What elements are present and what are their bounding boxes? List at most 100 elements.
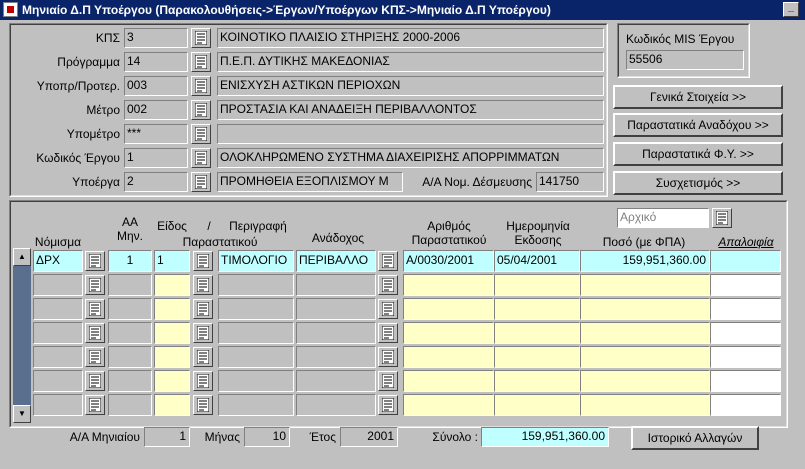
contractor-list-icon[interactable] [378, 323, 398, 343]
metro-list-icon[interactable] [191, 100, 211, 120]
cell-issue-date[interactable] [494, 274, 580, 296]
ergo-description-field[interactable]: ΟΛΟΚΛΗΡΩΜΕΝΟ ΣΥΣΤΗΜΑ ΔΙΑΧΕΙΡΙΣΗΣ ΑΠΟΡΡΙΜ… [217, 148, 604, 168]
cell-type[interactable] [154, 346, 190, 368]
contractor-list-icon[interactable] [378, 251, 398, 271]
kps-code-field[interactable]: 3 [124, 28, 188, 48]
fy-docs-button[interactable]: Παραστατικά Φ.Υ. >> [613, 142, 783, 166]
type-list-icon[interactable] [193, 299, 213, 319]
cell-currency[interactable] [33, 274, 83, 296]
cell-currency[interactable] [33, 298, 83, 320]
contractor-list-icon[interactable] [378, 347, 398, 367]
kps-list-icon[interactable] [191, 28, 211, 48]
cell-type[interactable] [154, 298, 190, 320]
cell-doc-number[interactable] [403, 298, 494, 320]
cell-type[interactable]: 1 [154, 250, 190, 272]
cell-contractor[interactable] [296, 322, 376, 344]
cell-contractor[interactable]: ΠΕΡΙΒΑΛΛΟ [296, 250, 376, 272]
cell-description[interactable] [218, 346, 294, 368]
cell-description[interactable] [218, 298, 294, 320]
cell-doc-number[interactable] [403, 346, 494, 368]
cell-currency[interactable] [33, 394, 83, 416]
cell-issue-date[interactable] [494, 370, 580, 392]
minimize-button[interactable]: _ [783, 2, 799, 17]
cell-contractor[interactable] [296, 274, 376, 296]
currency-list-icon[interactable] [85, 323, 105, 343]
cell-doc-number[interactable] [403, 394, 494, 416]
ypometro-description-field[interactable] [217, 124, 604, 144]
programma-code-field[interactable]: 14 [124, 52, 188, 72]
commitment-field[interactable]: 141750 [536, 172, 604, 192]
cell-aa[interactable] [108, 346, 152, 368]
cell-elimination[interactable] [710, 298, 781, 320]
cell-aa[interactable] [108, 322, 152, 344]
cell-issue-date[interactable] [494, 394, 580, 416]
type-list-icon[interactable] [193, 323, 213, 343]
cell-description[interactable] [218, 370, 294, 392]
ypometro-list-icon[interactable] [191, 124, 211, 144]
type-list-icon[interactable] [193, 347, 213, 367]
cell-aa[interactable] [108, 274, 152, 296]
cell-description[interactable]: ΤΙΜΟΛΟΓΙΟ [218, 250, 294, 272]
ypometro-code-field[interactable]: *** [124, 124, 188, 144]
grid-scrollbar[interactable]: ▲ ▼ [13, 248, 31, 423]
metro-code-field[interactable]: 002 [124, 100, 188, 120]
scroll-up-icon[interactable]: ▲ [13, 248, 31, 266]
general-info-button[interactable]: Γενικά Στοιχεία >> [613, 85, 783, 109]
correlation-button[interactable]: Συσχετισμός >> [613, 171, 783, 195]
cell-issue-date[interactable] [494, 322, 580, 344]
cell-elimination[interactable] [710, 394, 781, 416]
filter-list-icon[interactable] [712, 208, 732, 228]
cell-currency[interactable] [33, 346, 83, 368]
cell-amount[interactable]: 159,951,360.00 [580, 250, 710, 272]
cell-description[interactable] [218, 394, 294, 416]
cell-aa[interactable] [108, 298, 152, 320]
cell-contractor[interactable] [296, 298, 376, 320]
cell-contractor[interactable] [296, 394, 376, 416]
currency-list-icon[interactable] [85, 251, 105, 271]
cell-elimination[interactable] [710, 370, 781, 392]
cell-amount[interactable] [580, 274, 710, 296]
ypoerga-code-field[interactable]: 2 [124, 172, 188, 192]
contractor-list-icon[interactable] [378, 299, 398, 319]
contractor-list-icon[interactable] [378, 395, 398, 415]
cell-amount[interactable] [580, 346, 710, 368]
cell-elimination[interactable] [710, 274, 781, 296]
cell-aa[interactable]: 1 [108, 250, 152, 272]
contractor-list-icon[interactable] [378, 275, 398, 295]
ergo-code-field[interactable]: 1 [124, 148, 188, 168]
ypoerga-list-icon[interactable] [191, 172, 211, 192]
cell-elimination[interactable] [710, 322, 781, 344]
scroll-down-icon[interactable]: ▼ [13, 405, 31, 423]
contractor-docs-button[interactable]: Παραστατικά Αναδόχου >> [613, 113, 783, 137]
cell-currency[interactable] [33, 370, 83, 392]
ypopr-description-field[interactable]: ΕΝΙΣΧΥΣΗ ΑΣΤΙΚΩΝ ΠΕΡΙΟΧΩΝ [217, 76, 604, 96]
cell-currency[interactable] [33, 322, 83, 344]
scroll-thumb[interactable] [13, 266, 31, 405]
type-list-icon[interactable] [193, 275, 213, 295]
ypopr-code-field[interactable]: 003 [124, 76, 188, 96]
cell-doc-number[interactable] [403, 274, 494, 296]
cell-doc-number[interactable] [403, 322, 494, 344]
cell-type[interactable] [154, 322, 190, 344]
programma-list-icon[interactable] [191, 52, 211, 72]
cell-description[interactable] [218, 274, 294, 296]
cell-issue-date[interactable]: 05/04/2001 [494, 250, 580, 272]
cell-type[interactable] [154, 394, 190, 416]
cell-amount[interactable] [580, 298, 710, 320]
cell-issue-date[interactable] [494, 298, 580, 320]
type-list-icon[interactable] [193, 395, 213, 415]
cell-currency[interactable]: ΔΡΧ [33, 250, 83, 272]
ypoerga-description-field[interactable]: ΠΡΟΜΗΘΕΙΑ ΕΞΟΠΛΙΣΜΟΥ Μ [217, 172, 403, 192]
filter-field[interactable]: Αρχικό [617, 208, 709, 228]
cell-contractor[interactable] [296, 370, 376, 392]
mis-field[interactable]: 55506 [626, 50, 744, 70]
currency-list-icon[interactable] [85, 299, 105, 319]
cell-amount[interactable] [580, 370, 710, 392]
programma-description-field[interactable]: Π.Ε.Π. ΔΥΤΙΚΗΣ ΜΑΚΕΔΟΝΙΑΣ [217, 52, 604, 72]
ergo-list-icon[interactable] [191, 148, 211, 168]
cell-amount[interactable] [580, 394, 710, 416]
type-list-icon[interactable] [193, 251, 213, 271]
cell-aa[interactable] [108, 394, 152, 416]
cell-doc-number[interactable] [403, 370, 494, 392]
cell-doc-number[interactable]: Α/0030/2001 [403, 250, 494, 272]
